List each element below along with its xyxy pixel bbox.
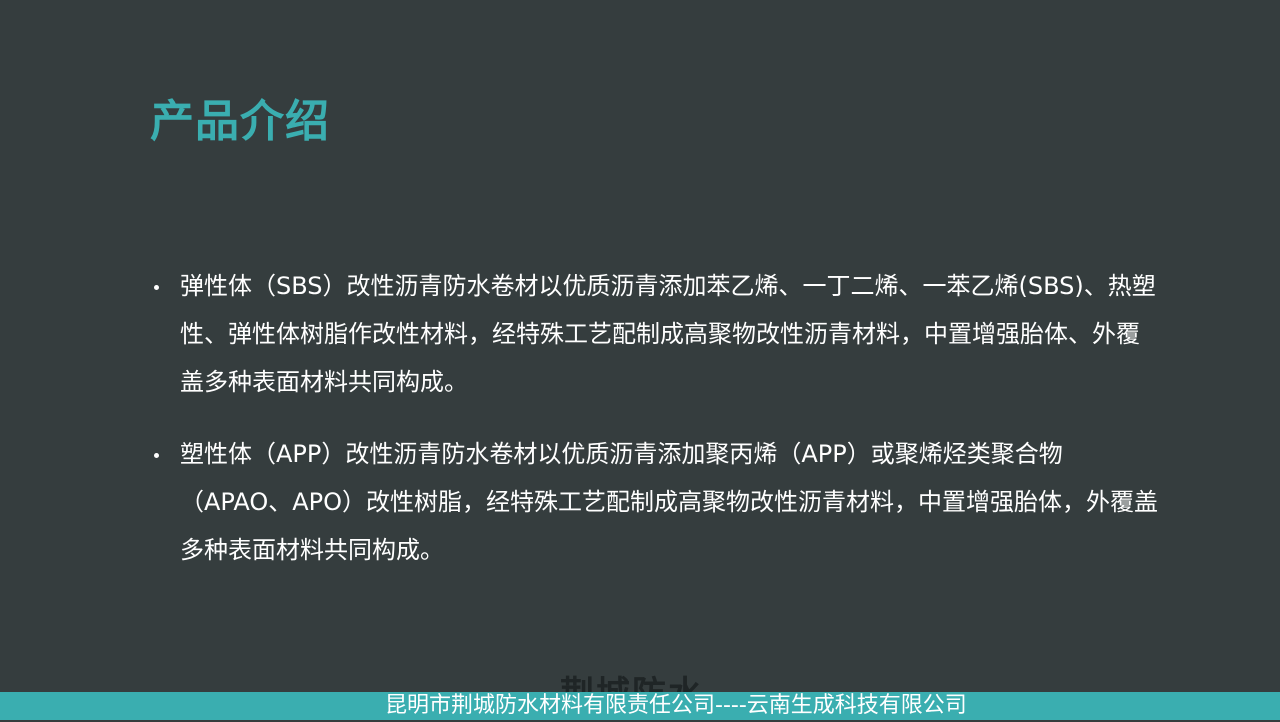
bullet-item-sbs: 弹性体（SBS）改性沥青防水卷材以优质沥青添加苯乙烯、一丁二烯、一苯乙烯(SBS… xyxy=(150,262,1160,406)
bullet-list: 弹性体（SBS）改性沥青防水卷材以优质沥青添加苯乙烯、一丁二烯、一苯乙烯(SBS… xyxy=(150,262,1160,574)
bullet-text: 塑性体（APP）改性沥青防水卷材以优质沥青添加聚丙烯（APP）或聚烯烃类聚合物（… xyxy=(180,440,1159,564)
slide: 产品介绍 弹性体（SBS）改性沥青防水卷材以优质沥青添加苯乙烯、一丁二烯、一苯乙… xyxy=(0,0,1280,720)
bullet-dot-icon xyxy=(154,453,159,458)
slide-title: 产品介绍 xyxy=(150,96,330,147)
footer-company-text: 昆明市荆城防水材料有限责任公司----云南生成科技有限公司 xyxy=(385,693,967,718)
bullet-dot-icon xyxy=(154,285,159,290)
bullet-text: 弹性体（SBS）改性沥青防水卷材以优质沥青添加苯乙烯、一丁二烯、一苯乙烯(SBS… xyxy=(180,272,1156,396)
bullet-item-app: 塑性体（APP）改性沥青防水卷材以优质沥青添加聚丙烯（APP）或聚烯烃类聚合物（… xyxy=(150,430,1160,574)
